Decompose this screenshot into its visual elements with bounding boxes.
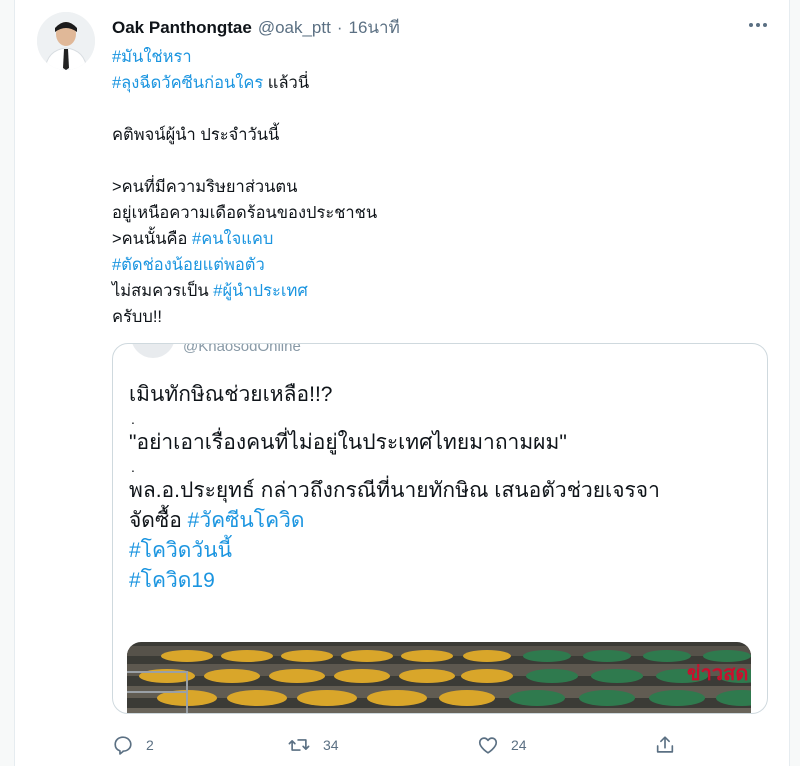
text-fragment: ครับบ!! [112, 308, 163, 326]
like-button[interactable]: 24 [477, 730, 527, 760]
tweet-actions: 2 34 24 [112, 730, 712, 760]
avatar[interactable] [37, 12, 95, 70]
text-line: #ตัดช่องน้อยแต่พอตัว [112, 252, 752, 278]
hashtag-link[interactable]: #มันใช่หรา [112, 48, 192, 66]
hashtag-link[interactable]: #ลุงฉีดวัคซีนก่อนใคร [112, 74, 263, 92]
quoted-line: #โควิดวันนี้ [129, 536, 759, 566]
quoted-line: "อย่าเอาเรื่องคนที่ไม่อยู่ในประเทศไทยมาถ… [129, 431, 567, 454]
hashtag-link[interactable]: #ตัดช่องน้อยแต่พอตัว [112, 256, 265, 274]
text-line: #ลุงฉีดวัคซีนก่อนใคร แล้วนี่ [112, 70, 752, 96]
hashtag-link[interactable]: #คนใจแคบ [192, 230, 273, 248]
text-line: >คนที่มีความริษยาส่วนตน [112, 174, 752, 200]
quoted-separator: . [131, 411, 135, 427]
text-fragment: >คนนั้นคือ [112, 230, 193, 248]
retweet-button[interactable]: 34 [287, 730, 339, 760]
reply-icon [114, 736, 132, 755]
text-line: >คนนั้นคือ #คนใจแคบ [112, 226, 752, 252]
timestamp[interactable]: 16นาที [349, 14, 400, 41]
user-handle[interactable]: @oak_ptt [258, 18, 331, 38]
text-fragment: อยู่เหนือความเดือดร้อนของประชาชน [112, 204, 378, 222]
text-line: ไม่สมควรเป็น #ผู้นำประเทศ [112, 278, 752, 304]
more-options-button[interactable] [743, 10, 773, 40]
text-fragment: คติพจน์ผู้นำ ประจำวันนี้ [112, 126, 280, 144]
text-line: คติพจน์ผู้นำ ประจำวันนี้ [112, 122, 752, 148]
reply-count: 2 [146, 737, 154, 753]
text-line: ครับบ!! [112, 304, 752, 330]
hashtag-link[interactable]: #โควิด19 [129, 569, 215, 592]
retweet-icon [288, 739, 310, 751]
tweet-header: Oak Panthongtae @oak_ptt · 16นาที [112, 14, 400, 38]
quoted-avatar [131, 344, 175, 358]
text-line: #มันใช่หรา [112, 44, 752, 70]
image-watermark: ข่าวสด [687, 661, 748, 685]
separator-dot: · [336, 18, 343, 37]
share-icon [656, 736, 674, 753]
quoted-text: เมินทักษิณช่วยเหลือ!!? . "อย่าเอาเรื่องค… [129, 380, 759, 596]
tweet-text: #มันใช่หรา #ลุงฉีดวัคซีนก่อนใคร แล้วนี่ … [112, 44, 752, 330]
quoted-handle: @KhaosodOnline [183, 343, 301, 355]
quoted-tweet[interactable]: @KhaosodOnline เมินทักษิณช่วยเหลือ!!? . … [112, 343, 768, 714]
retweet-count: 34 [323, 737, 339, 753]
quoted-media-image[interactable]: ข่าวสด [127, 642, 751, 713]
text-fragment: แล้วนี่ [263, 74, 310, 92]
text-line: อยู่เหนือความเดือดร้อนของประชาชน [112, 200, 752, 226]
avatar-image [37, 12, 95, 70]
more-horizontal-icon [749, 23, 767, 27]
quoted-line: พล.อ.ประยุทธ์ กล่าวถึงกรณีที่นายทักษิณ เ… [129, 479, 660, 502]
reply-button[interactable]: 2 [112, 730, 154, 760]
hashtag-link[interactable]: #ผู้นำประเทศ [213, 282, 308, 300]
display-name[interactable]: Oak Panthongtae [112, 18, 252, 38]
text-fragment: ไม่สมควรเป็น [112, 282, 214, 300]
stadium-seats-image: ข่าวสด [127, 642, 751, 713]
text-fragment: จัดซื้อ [129, 509, 188, 532]
share-button[interactable] [654, 730, 676, 760]
text-fragment: >คนที่มีความริษยาส่วนตน [112, 178, 298, 196]
hashtag-link[interactable]: #โควิดวันนี้ [129, 539, 232, 562]
quoted-line: #โควิด19 [129, 566, 759, 596]
heart-icon [478, 737, 498, 754]
quoted-line: เมินทักษิณช่วยเหลือ!!? [129, 383, 333, 406]
quoted-separator: . [131, 459, 135, 475]
tweet-card[interactable]: Oak Panthongtae @oak_ptt · 16นาที #มันใช… [14, 0, 790, 766]
hashtag-link[interactable]: #วัคซีนโควิด [188, 509, 305, 532]
like-count: 24 [511, 737, 527, 753]
quoted-line: จัดซื้อ #วัคซีนโควิด [129, 506, 759, 536]
